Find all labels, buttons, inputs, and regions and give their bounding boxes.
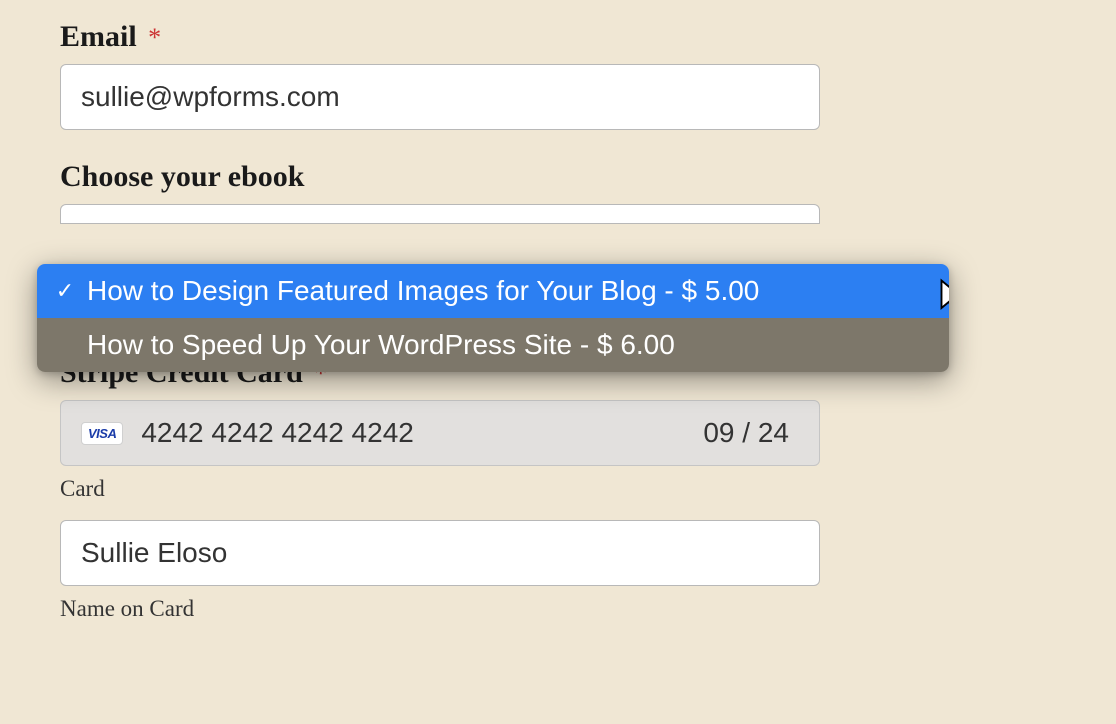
ebook-option-1-text: How to Design Featured Images for Your B… [87,275,759,307]
stripe-field-group: Stripe Credit Card * VISA 4242 4242 4242… [60,356,1056,622]
name-on-card-input[interactable] [60,520,820,586]
ebook-option-2[interactable]: How to Speed Up Your WordPress Site - $ … [37,318,949,372]
cursor-icon [939,278,949,318]
card-number-text: 4242 4242 4242 4242 [141,417,685,449]
name-sublabel: Name on Card [60,596,1056,622]
required-asterisk: * [148,23,161,52]
visa-badge-icon: VISA [81,422,123,445]
email-input[interactable] [60,64,820,130]
card-input-row[interactable]: VISA 4242 4242 4242 4242 09 / 24 [60,400,820,466]
ebook-option-1[interactable]: ✓ How to Design Featured Images for Your… [37,264,949,318]
email-label-text: Email [60,20,137,53]
card-sublabel: Card [60,476,1056,502]
name-on-card-group: Name on Card [60,520,1056,622]
ebook-option-2-text: How to Speed Up Your WordPress Site - $ … [87,329,675,361]
email-label: Email * [60,20,1056,54]
card-expiry-text: 09 / 24 [703,417,789,449]
ebook-label-text: Choose your ebook [60,160,304,193]
ebook-label: Choose your ebook [60,160,1056,194]
checkmark-icon: ✓ [55,278,75,304]
ebook-field-group: Choose your ebook [60,160,1056,224]
ebook-select[interactable] [60,204,820,224]
ebook-dropdown-panel: ✓ How to Design Featured Images for Your… [37,264,949,372]
email-field-group: Email * [60,20,1056,130]
